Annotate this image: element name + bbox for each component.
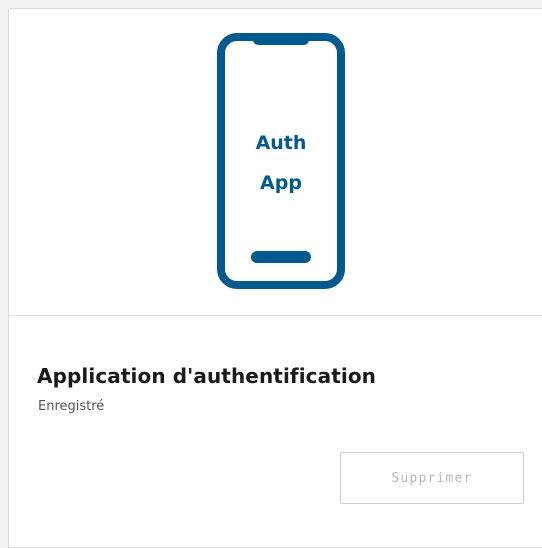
phone-label-app: App bbox=[260, 172, 302, 194]
card-title: Application d'authentification bbox=[37, 364, 377, 388]
card-illustration: Auth App bbox=[9, 9, 542, 316]
auth-app-card: Auth App Application d'authentification … bbox=[8, 8, 542, 548]
delete-button[interactable]: Supprimer bbox=[340, 452, 524, 504]
status-text: Enregistré bbox=[38, 399, 105, 414]
phone-icon: Auth App bbox=[217, 33, 345, 289]
phone-label-auth: Auth bbox=[256, 132, 307, 154]
